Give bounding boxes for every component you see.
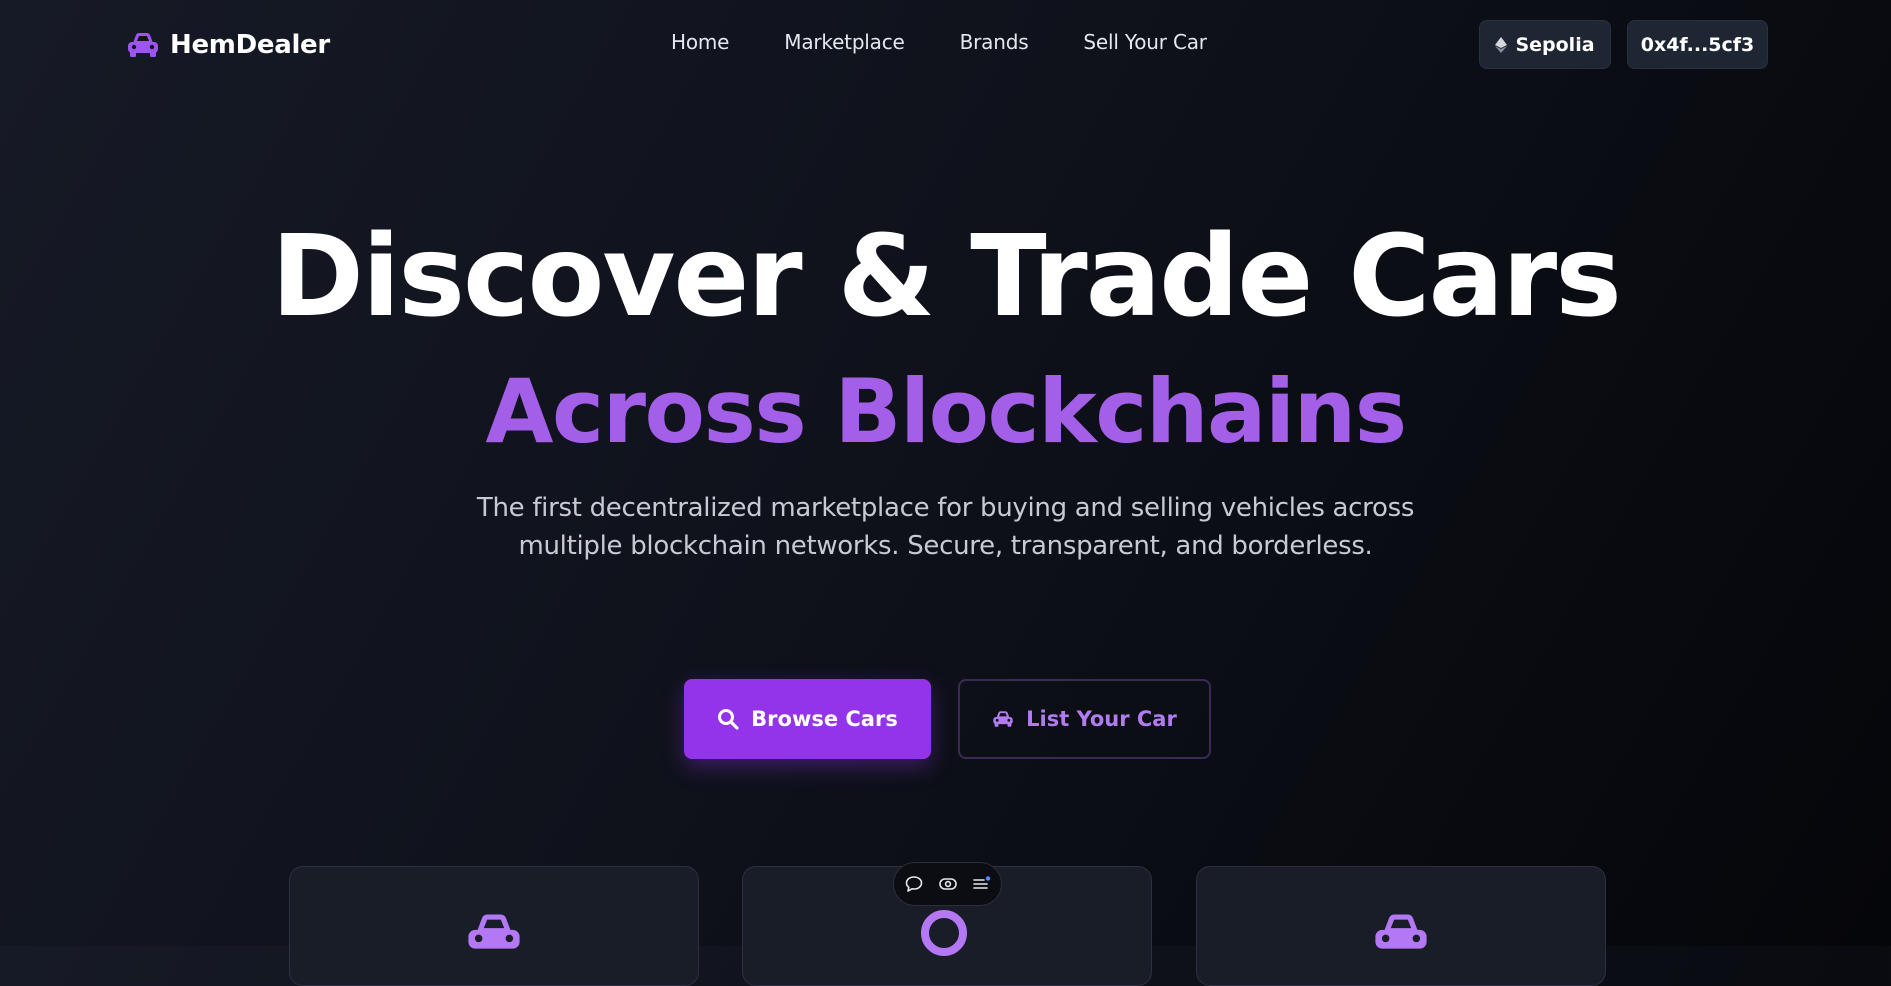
brand-name: HemDealer [170, 30, 330, 60]
hero-title: Discover & Trade Cars [271, 212, 1622, 342]
nav-marketplace[interactable]: Marketplace [784, 30, 905, 54]
header-actions: Sepolia 0x4f...5cf3 [1479, 20, 1768, 69]
nav-brands[interactable]: Brands [960, 30, 1029, 54]
list-icon[interactable] [972, 874, 992, 894]
wallet-button[interactable]: 0x4f...5cf3 [1627, 20, 1768, 69]
nav-sell-your-car[interactable]: Sell Your Car [1083, 30, 1207, 54]
list-your-car-button[interactable]: List Your Car [958, 679, 1211, 759]
search-icon [718, 709, 739, 730]
browse-cars-label: Browse Cars [751, 707, 898, 731]
nav-home[interactable]: Home [671, 30, 729, 54]
main-nav: Home Marketplace Brands Sell Your Car [671, 30, 1207, 54]
ring-icon [921, 910, 967, 956]
wallet-address: 0x4f...5cf3 [1640, 33, 1755, 56]
browse-cars-button[interactable]: Browse Cars [684, 679, 931, 759]
list-your-car-label: List Your Car [1026, 707, 1177, 731]
hero-subtitle: Across Blockchains [485, 360, 1407, 463]
comment-icon[interactable] [904, 874, 924, 894]
car-icon [468, 914, 520, 949]
network-selector[interactable]: Sepolia [1479, 20, 1611, 69]
hero-description: The first decentralized marketplace for … [476, 493, 1415, 561]
ethereum-icon [1495, 36, 1508, 53]
top-navbar: HemDealer Home Marketplace Brands Sell Y… [0, 0, 1891, 90]
network-label: Sepolia [1515, 33, 1595, 56]
feature-card [1196, 866, 1606, 986]
car-icon [993, 711, 1013, 727]
brand-logo[interactable]: HemDealer [126, 27, 330, 63]
eye-icon[interactable] [938, 874, 958, 894]
car-icon [1375, 914, 1427, 949]
feature-card [289, 866, 699, 986]
floating-toolbar [893, 862, 1002, 906]
car-icon [128, 33, 158, 57]
